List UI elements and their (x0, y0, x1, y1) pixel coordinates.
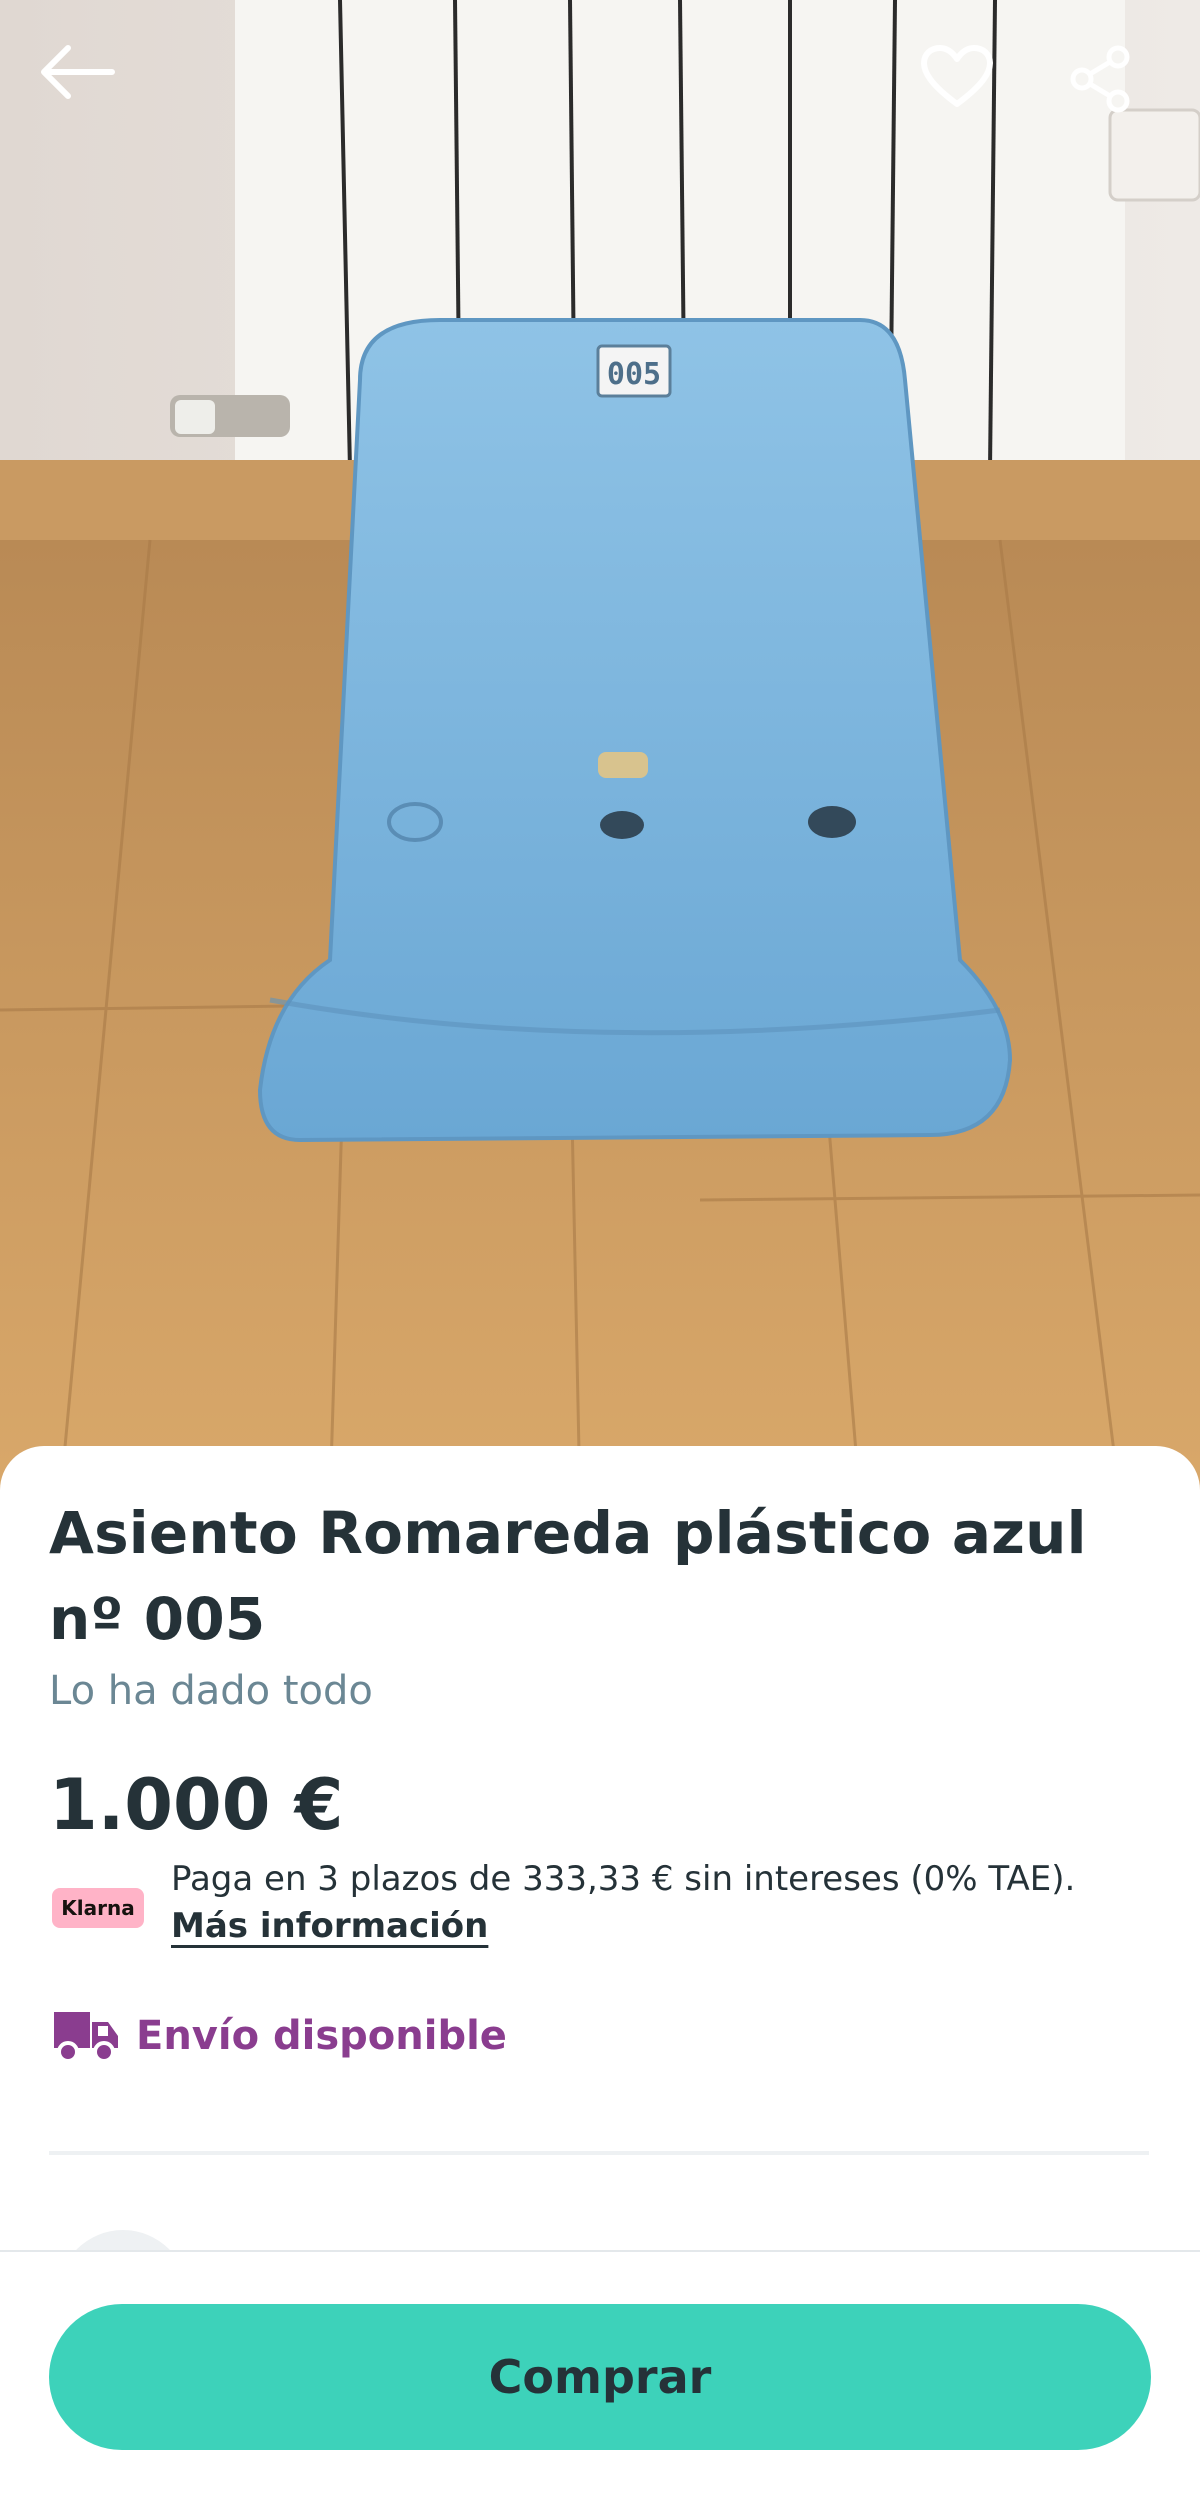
more-info-link[interactable]: Más información (171, 1906, 488, 1946)
share-button[interactable] (1066, 44, 1162, 140)
share-icon (1070, 45, 1130, 113)
bottom-action-bar: Comprar (0, 2250, 1200, 2509)
listing-condition: Lo ha dado todo (49, 1668, 373, 1714)
product-photo-illustration: 005 (0, 0, 1200, 1500)
back-button[interactable] (36, 42, 132, 138)
heart-icon (921, 45, 993, 107)
seat-number-tag: 005 (607, 357, 661, 392)
listing-price: 1.000 € (49, 1764, 344, 1846)
product-photo[interactable]: 005 (0, 0, 1200, 1500)
klarna-logo: Klarna (52, 1888, 144, 1928)
favorite-button[interactable] (920, 44, 1016, 140)
klarna-installments-text: Paga en 3 plazos de 333,33 € sin interes… (171, 1859, 1076, 1899)
section-divider (49, 2151, 1149, 2155)
arrow-left-icon (41, 45, 115, 99)
shipping-available: Envío disponible (50, 2006, 507, 2066)
buy-button[interactable]: Comprar (49, 2304, 1151, 2450)
shipping-label: Envío disponible (136, 2013, 507, 2059)
truck-icon (54, 2012, 118, 2063)
listing-title: Asiento Romareda plástico azul nº 005 (49, 1499, 1087, 1653)
